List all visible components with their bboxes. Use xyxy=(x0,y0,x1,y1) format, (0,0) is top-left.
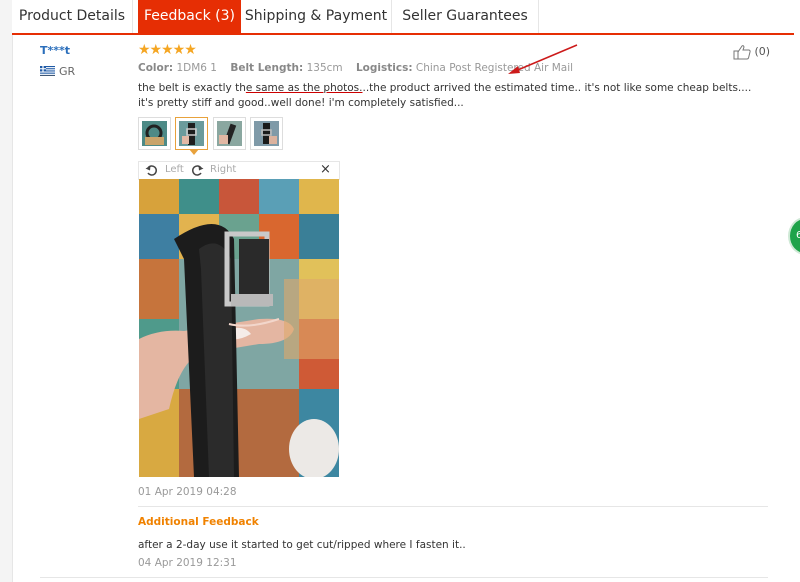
reviewer-country: GR xyxy=(59,65,76,78)
attr-belt-length-label: Belt Length: xyxy=(230,62,304,74)
tab-divider xyxy=(538,0,539,33)
helpful-button[interactable]: (0) xyxy=(733,44,770,60)
tab-product-details[interactable]: Product Details xyxy=(12,0,132,33)
reviewer-name[interactable]: T***t xyxy=(40,44,70,57)
photo-thumbnail-selected[interactable] xyxy=(175,117,208,150)
review-text: the belt is exactly the same as the phot… xyxy=(138,81,768,111)
helpful-count: (0) xyxy=(754,45,771,58)
rotate-left-label[interactable]: Left xyxy=(165,164,184,175)
rotate-left-icon[interactable] xyxy=(145,164,158,177)
attr-color-label: Color: xyxy=(138,62,174,74)
attr-logistics-label: Logistics: xyxy=(355,62,413,74)
photo-thumbnail[interactable] xyxy=(250,117,283,150)
additional-feedback-title: Additional Feedback xyxy=(138,516,259,528)
photo-thumbnail[interactable] xyxy=(213,117,246,150)
tab-feedback[interactable]: Feedback (3) xyxy=(138,0,241,33)
rotate-right-label[interactable]: Right xyxy=(210,164,236,175)
review-text-start: the belt is exactly th xyxy=(138,82,246,94)
greece-flag-icon xyxy=(40,66,55,76)
review-date: 01 Apr 2019 04:28 xyxy=(138,486,237,498)
additional-feedback-date: 04 Apr 2019 12:31 xyxy=(138,557,237,569)
image-viewer-toolbar: Left Right × xyxy=(138,161,340,180)
selected-thumbnail-caret xyxy=(189,149,199,155)
tab-bar: Product Details Feedback (3) Shipping & … xyxy=(12,0,794,35)
left-gutter xyxy=(0,0,13,582)
thumbs-up-icon xyxy=(733,45,751,60)
review-photo xyxy=(139,179,339,477)
floating-action-button[interactable]: 6 xyxy=(788,217,800,255)
tab-shipping-payment[interactable]: Shipping & Payment xyxy=(241,0,391,33)
divider xyxy=(40,577,768,578)
annotation-arrow xyxy=(508,44,578,74)
review-text-underlined: e same as the photos. xyxy=(245,82,363,94)
tab-seller-guarantees[interactable]: Seller Guarantees xyxy=(392,0,538,33)
additional-feedback-text: after a 2-day use it started to get cut/… xyxy=(138,539,466,551)
rotate-right-icon[interactable] xyxy=(191,164,204,177)
photo-thumbnail[interactable] xyxy=(138,117,171,150)
star-rating: ★★★★★ xyxy=(138,42,197,58)
divider xyxy=(138,506,768,507)
close-viewer-icon[interactable]: × xyxy=(320,162,331,177)
tab-divider xyxy=(132,0,133,33)
attr-belt-length-value: 135cm xyxy=(306,62,343,74)
attr-color-value: 1DM6 1 xyxy=(176,62,217,74)
